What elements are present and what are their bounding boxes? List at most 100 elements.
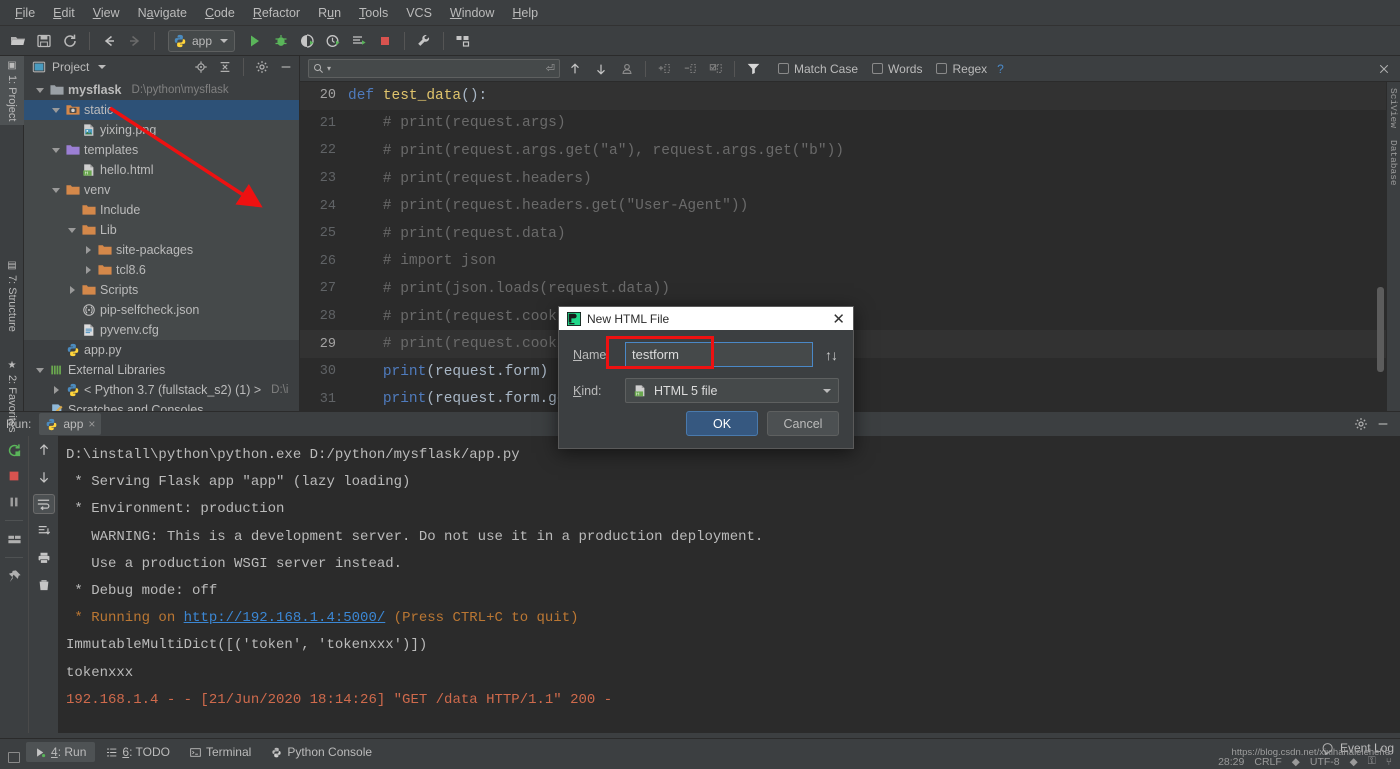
match-case-box[interactable] — [778, 63, 789, 74]
code-line[interactable]: 20 def test_data(): — [300, 82, 1400, 110]
close-icon[interactable] — [1372, 57, 1396, 81]
status-tab-python-console[interactable]: Python Console — [262, 742, 381, 762]
encoding[interactable]: UTF-8 — [1310, 756, 1340, 768]
run-with-console-icon[interactable] — [347, 29, 371, 53]
sidebar-item-sciview[interactable]: SciView — [1387, 82, 1400, 134]
menu-item-window[interactable]: Window — [441, 3, 503, 23]
close-icon[interactable]: × — [88, 417, 95, 431]
stop-icon[interactable] — [3, 466, 25, 486]
pause-icon[interactable] — [3, 492, 25, 512]
chevron-down-icon[interactable] — [34, 364, 46, 376]
menu-item-view[interactable]: View — [84, 3, 129, 23]
minimize-icon[interactable] — [1374, 415, 1392, 433]
menu-item-vcs[interactable]: VCS — [397, 3, 441, 23]
sync-icon[interactable] — [58, 29, 82, 53]
words-checkbox[interactable]: Words — [872, 62, 922, 76]
tree-node-venv[interactable]: venv — [24, 180, 299, 200]
coverage-icon[interactable] — [295, 29, 319, 53]
minimize-icon[interactable] — [277, 58, 295, 76]
close-icon[interactable]: ✕ — [830, 310, 847, 328]
code-line[interactable]: 26 # import json — [300, 248, 1400, 276]
layout-icon[interactable] — [3, 529, 25, 549]
print-icon[interactable] — [33, 548, 55, 568]
menu-item-file[interactable]: File — [6, 3, 44, 23]
sidebar-item-database[interactable]: Database — [1387, 134, 1400, 192]
menu-item-run[interactable]: Run — [309, 3, 350, 23]
filter-icon[interactable] — [742, 58, 764, 80]
line-separator[interactable]: CRLF — [1254, 756, 1281, 768]
new-html-file-dialog[interactable]: New HTML File ✕ Name testform ↑↓ Kind: H — [558, 306, 854, 449]
tree-node-scratches-and-consoles[interactable]: Scratches and Consoles — [24, 400, 299, 411]
next-occurrence-icon[interactable] — [590, 58, 612, 80]
name-input[interactable]: testform — [625, 342, 813, 367]
search-input[interactable]: ▾ ⏎ — [308, 59, 560, 78]
menu-item-refactor[interactable]: Refactor — [244, 3, 309, 23]
chevron-down-icon[interactable] — [34, 84, 46, 96]
back-arrow-icon[interactable] — [97, 29, 121, 53]
editor-scrollbar[interactable] — [1376, 82, 1386, 411]
chevron-right-icon[interactable] — [50, 384, 62, 396]
tree-node-scripts[interactable]: Scripts — [24, 280, 299, 300]
run-icon[interactable] — [243, 29, 267, 53]
up-arrow-icon[interactable] — [33, 440, 55, 460]
debug-icon[interactable] — [269, 29, 293, 53]
sidebar-item-favorites[interactable]: ★ 2: Favorites — [0, 356, 24, 436]
console-link[interactable]: http://192.168.1.4:5000/ — [184, 610, 386, 626]
cancel-button[interactable]: Cancel — [767, 411, 839, 436]
console-output[interactable]: D:\install\python\python.exe D:/python/m… — [58, 436, 1400, 733]
tree-node-tcl8-6[interactable]: tcl8.6 — [24, 260, 299, 280]
remove-line-icon[interactable] — [679, 58, 701, 80]
chevron-right-icon[interactable] — [66, 284, 78, 296]
caret-position[interactable]: 28:29 — [1218, 756, 1244, 768]
menu-item-code[interactable]: Code — [196, 3, 244, 23]
tree-node-lib[interactable]: Lib — [24, 220, 299, 240]
menu-item-edit[interactable]: Edit — [44, 3, 84, 23]
gear-icon[interactable] — [253, 58, 271, 76]
chevron-right-icon[interactable] — [82, 244, 94, 256]
scroll-to-end-icon[interactable] — [33, 521, 55, 541]
pin-icon[interactable] — [3, 566, 25, 586]
tree-node-site-packages[interactable]: site-packages — [24, 240, 299, 260]
tree-node--python-3-7-fullstack-s2-1-[interactable]: < Python 3.7 (fullstack_s2) (1) > D:\i — [24, 380, 299, 400]
code-line[interactable]: 23 # print(request.headers) — [300, 165, 1400, 193]
chevron-right-icon[interactable] — [82, 264, 94, 276]
kind-select[interactable]: H HTML 5 file — [625, 378, 839, 403]
tree-node-include[interactable]: Include — [24, 200, 299, 220]
help-link[interactable]: ? — [997, 62, 1004, 76]
regex-checkbox[interactable]: Regex — [936, 62, 987, 76]
project-tree[interactable]: mysflask D:\python\mysflask static yixing.p… — [24, 78, 299, 411]
lock-icon[interactable]: ⚿ — [1368, 755, 1376, 768]
tree-node-hello-html[interactable]: Hhello.html — [24, 160, 299, 180]
stop-icon[interactable] — [373, 29, 397, 53]
status-tab-4-run[interactable]: 4: Run — [26, 742, 96, 762]
chevron-down-icon[interactable] — [220, 38, 229, 43]
tree-node-pip-selfcheck-json[interactable]: pip-selfcheck.json — [24, 300, 299, 320]
run-configuration-selector[interactable]: app — [168, 29, 236, 52]
tree-node-pyvenv-cfg[interactable]: pyvenv.cfg — [24, 320, 299, 340]
status-tab-6-todo[interactable]: 6: TODO — [97, 742, 179, 762]
code-line[interactable]: 27 # print(json.loads(request.data)) — [300, 275, 1400, 303]
tree-node-static[interactable]: static — [24, 100, 299, 120]
chevron-down-icon[interactable] — [50, 184, 62, 196]
words-box[interactable] — [872, 63, 884, 74]
status-tab-terminal[interactable]: Terminal — [181, 742, 260, 762]
chevron-down-icon[interactable] — [823, 388, 831, 393]
profile-icon[interactable] — [321, 29, 345, 53]
code-line[interactable]: 21 # print(request.args) — [300, 110, 1400, 138]
match-case-checkbox[interactable]: Match Case — [778, 62, 858, 76]
soft-wrap-icon[interactable] — [32, 494, 55, 514]
open-folder-icon[interactable] — [6, 29, 30, 53]
select-all-occurrences-icon[interactable] — [616, 58, 638, 80]
rerun-icon[interactable] — [3, 440, 25, 460]
tree-node-mysflask[interactable]: mysflask D:\python\mysflask — [24, 80, 299, 100]
prev-occurrence-icon[interactable] — [564, 58, 586, 80]
structure-icon[interactable] — [451, 29, 475, 53]
code-line[interactable]: 22 # print(request.args.get("a"), reques… — [300, 137, 1400, 165]
run-tab-app[interactable]: app × — [39, 413, 102, 435]
sidebar-item-structure[interactable]: ▤ 7: Structure — [0, 256, 24, 336]
down-arrow-icon[interactable] — [33, 467, 55, 487]
branch-icon[interactable]: ⑂ — [1386, 756, 1392, 768]
tree-node-yixing-png[interactable]: yixing.png — [24, 120, 299, 140]
ok-button[interactable]: OK — [686, 411, 758, 436]
collapse-all-icon[interactable] — [216, 58, 234, 76]
